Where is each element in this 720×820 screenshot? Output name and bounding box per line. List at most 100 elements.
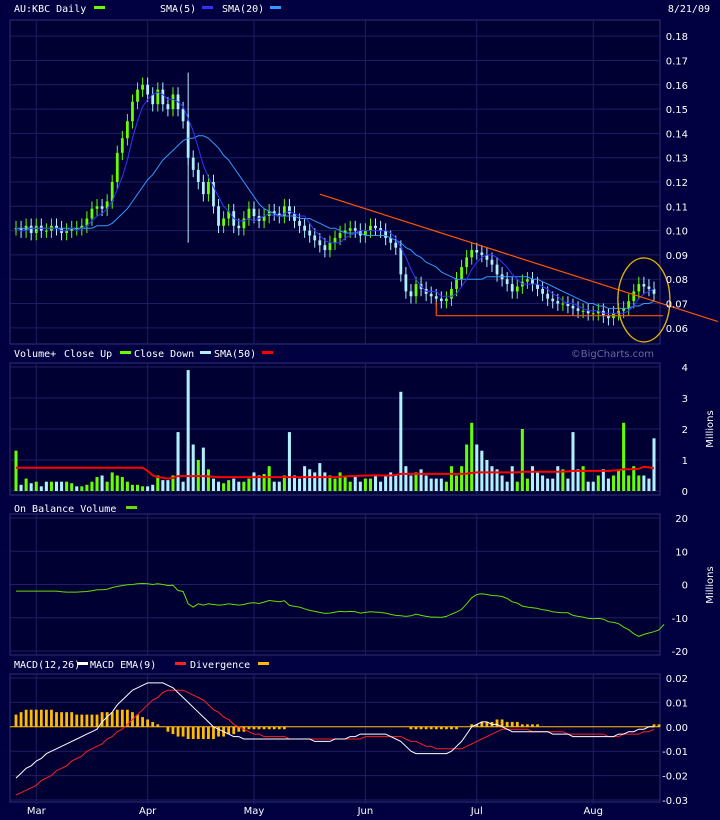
price-candle-body <box>394 242 398 248</box>
volume-bar <box>455 475 459 491</box>
volume-bar <box>546 478 550 491</box>
divergence-bar <box>141 717 144 727</box>
volume-bar <box>520 429 524 491</box>
volume-bar <box>606 478 610 491</box>
price-candle-body <box>217 206 220 226</box>
volume-bar <box>551 478 555 491</box>
volume-bar <box>136 484 140 491</box>
volume-bar <box>313 472 317 491</box>
divergence-bar <box>136 714 139 727</box>
divergence-bar <box>44 709 48 727</box>
divergence-bar <box>227 726 231 735</box>
volume-bar <box>120 477 124 491</box>
volume-bar <box>591 481 595 491</box>
volume-bar <box>247 478 251 491</box>
volume-bar <box>470 422 474 491</box>
volume-bar <box>601 469 605 491</box>
volume-bar <box>24 478 28 491</box>
price-candle-body <box>576 308 580 311</box>
volume-bar <box>439 478 443 491</box>
volume-bar <box>272 481 276 491</box>
volume-bar <box>29 483 33 491</box>
volume-bar <box>323 472 327 491</box>
price-candle-body <box>191 157 195 170</box>
volume-bar <box>566 478 570 491</box>
divergence-bar <box>70 712 74 727</box>
price-candle-body <box>308 230 312 236</box>
price-candle-body <box>637 284 641 292</box>
volume-bar <box>475 444 479 491</box>
price-candle-body <box>318 240 322 246</box>
price-candle-body <box>100 206 104 209</box>
divergence-bar <box>505 721 509 727</box>
volume-bar <box>480 450 484 491</box>
price-candle-body <box>531 279 534 285</box>
price-candle-body <box>288 206 291 214</box>
volume-bar <box>65 481 69 491</box>
price-candle-body <box>207 182 210 195</box>
volume-bar <box>652 438 656 491</box>
volume-bar <box>85 484 89 491</box>
price-candle-body <box>298 220 301 226</box>
volume-bar <box>353 475 357 491</box>
sma5-legend-swatch <box>202 6 213 9</box>
price-candle-body <box>450 288 453 299</box>
volume-bar <box>237 481 241 491</box>
volume-bar <box>267 466 271 491</box>
price-candle-body <box>632 291 636 302</box>
volume-bar <box>586 481 590 491</box>
volume-bar <box>414 472 418 491</box>
macd-panel-bg <box>9 673 661 803</box>
volume-bar <box>125 481 129 491</box>
volume-bar <box>49 481 53 491</box>
price-tick-label: 0.18 <box>666 32 688 43</box>
volume-bar <box>637 475 641 491</box>
volume-bar <box>44 481 48 491</box>
volume-bar <box>343 475 347 491</box>
divergence-bar <box>55 712 58 727</box>
divergence-bar <box>39 709 43 727</box>
divergence-bar <box>80 714 84 727</box>
price-candle-body <box>434 296 438 299</box>
divergence-bar <box>100 712 104 727</box>
divergence-bar <box>191 726 195 739</box>
volume-bar <box>363 478 367 491</box>
volume-bar <box>191 444 195 491</box>
price-candle-body <box>409 291 413 297</box>
volume-tick-label: 3 <box>682 394 688 405</box>
close-down-legend-swatch <box>200 351 211 354</box>
divergence-bar <box>201 726 205 739</box>
volume-bar <box>201 447 205 491</box>
divergence-bar <box>500 719 504 727</box>
price-candle-body <box>591 313 595 315</box>
volume-bar <box>95 477 99 491</box>
price-candle-body <box>237 225 241 229</box>
volume-bar <box>130 484 134 491</box>
divergence-bar <box>146 719 150 727</box>
divergence-bar <box>115 709 119 727</box>
divergence-bar <box>90 714 94 727</box>
volume-bar <box>460 466 464 491</box>
obv-ylabel: Millions <box>705 566 716 603</box>
volume-bar <box>571 432 575 491</box>
volume-bar <box>100 475 104 491</box>
volume-bar <box>525 478 529 491</box>
macd-tick-label: 0.01 <box>666 698 688 709</box>
volume-bar <box>617 469 621 491</box>
volume-tick-label: 2 <box>682 425 688 436</box>
price-candle-body <box>510 284 514 292</box>
volume-bar <box>19 484 23 491</box>
volume-bar <box>298 478 302 491</box>
volume-tick-label: 0 <box>682 487 688 498</box>
price-candle-body <box>136 89 139 102</box>
volume-bar <box>622 422 626 491</box>
obv-tick-label: 20 <box>675 514 688 525</box>
divergence-bar <box>29 709 33 727</box>
macd-tick-label: 0.00 <box>666 723 688 734</box>
price-candle-body <box>303 225 307 231</box>
divergence-bar <box>95 714 99 727</box>
chart-date: 8/21/09 <box>668 4 710 15</box>
obv-legend-swatch <box>126 506 137 509</box>
volume-bar <box>115 475 119 491</box>
volume-bar <box>90 481 94 491</box>
